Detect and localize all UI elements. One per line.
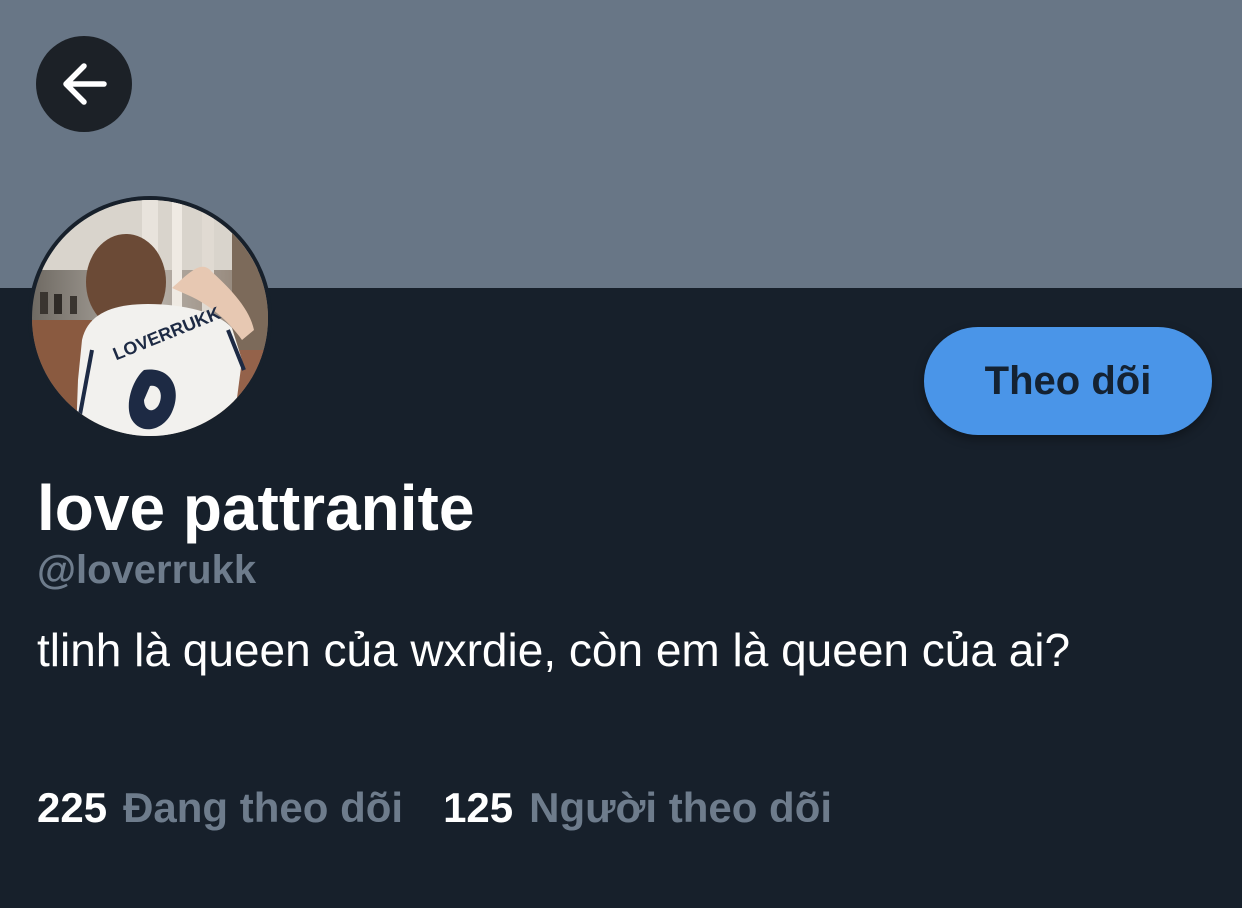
display-name: love pattranite [37, 472, 475, 544]
followers-stat[interactable]: 125 Người theo dõi [443, 782, 832, 834]
follow-stats: 225 Đang theo dõi 125 Người theo dõi [37, 782, 832, 834]
followers-count: 125 [443, 784, 514, 831]
following-stat[interactable]: 225 Đang theo dõi [37, 782, 403, 834]
profile-bio: tlinh là queen của wxrdie, còn em là que… [37, 624, 1071, 676]
arrow-left-icon [63, 63, 107, 105]
following-label: Đang theo dõi [123, 784, 404, 831]
avatar[interactable]: LOVERRUKK [28, 196, 272, 440]
follow-button[interactable]: Theo dõi [924, 327, 1212, 435]
username-handle: @loverrukk [37, 548, 257, 592]
back-button[interactable] [36, 36, 132, 132]
avatar-photo: LOVERRUKK [32, 200, 268, 436]
following-count: 225 [37, 784, 108, 831]
profile-screen: LOVERRUKK Theo dõi love pattranite @love… [0, 0, 1242, 908]
followers-label: Người theo dõi [529, 784, 833, 831]
